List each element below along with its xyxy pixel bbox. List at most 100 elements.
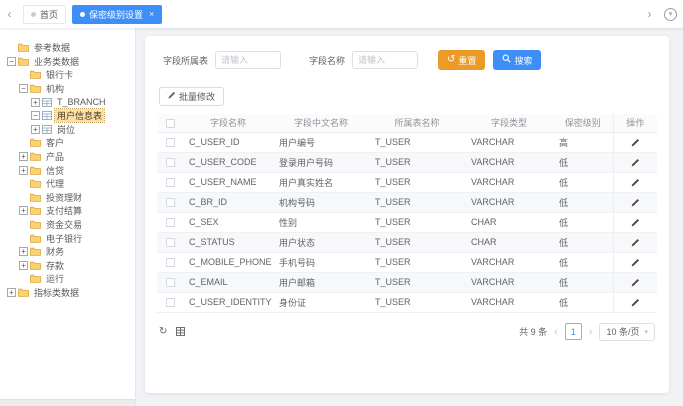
tree-node[interactable]: 银行卡	[7, 68, 133, 82]
edit-row-button[interactable]	[629, 273, 642, 292]
field-table-input[interactable]	[215, 51, 281, 69]
edit-row-button[interactable]	[629, 173, 642, 192]
table-name-cell: T_USER	[369, 172, 465, 192]
tree-node-label: 银行卡	[44, 68, 75, 81]
tree-node-label: 指标类数据	[32, 286, 81, 299]
sidebar-scrollbar[interactable]	[0, 399, 135, 406]
row-checkbox[interactable]	[166, 258, 175, 267]
field-name-cell: C_SEX	[183, 212, 273, 232]
pencil-icon	[631, 235, 640, 250]
tabs-bar: ‹ 首页 保密级别设置 × › ▾	[0, 0, 683, 28]
edit-row-button[interactable]	[629, 133, 642, 152]
tree-node[interactable]: 运行	[7, 272, 133, 286]
filter-field-table: 字段所属表	[163, 51, 281, 69]
tree-node-label: 运行	[44, 272, 66, 285]
expand-plus-icon[interactable]: +	[19, 247, 28, 256]
expand-plus-icon[interactable]: +	[31, 125, 40, 134]
tab-secrecy-level-settings[interactable]: 保密级别设置 ×	[72, 5, 162, 24]
table-name-cell: T_USER	[369, 232, 465, 252]
row-checkbox[interactable]	[166, 278, 175, 287]
field-type-cell: CHAR	[465, 212, 553, 232]
edit-row-button[interactable]	[629, 233, 642, 252]
tab-actions-icon[interactable]: ▾	[664, 8, 677, 21]
expand-plus-icon[interactable]: +	[19, 152, 28, 161]
row-checkbox[interactable]	[166, 218, 175, 227]
page-number-button[interactable]: 1	[565, 323, 582, 340]
table-row: C_BR_ID机构号码T_USERVARCHAR低	[157, 192, 657, 212]
expand-plus-icon[interactable]: +	[19, 166, 28, 175]
table-icon	[42, 125, 52, 134]
column-header: 字段类型	[465, 114, 553, 132]
field-name-cell: C_MOBILE_PHONE	[183, 252, 273, 272]
operation-cell	[613, 192, 657, 212]
tree-node-label: 岗位	[55, 123, 77, 136]
tree-node[interactable]: + 指标类数据	[7, 286, 133, 300]
refresh-icon[interactable]: ↻	[159, 326, 167, 337]
expand-plus-icon[interactable]: +	[7, 288, 16, 297]
table-body: C_USER_ID用户编号T_USERVARCHAR高C_USER_CODE登录…	[157, 132, 657, 312]
operation-cell	[613, 152, 657, 172]
collapse-minus-icon[interactable]: −	[19, 84, 28, 93]
tree-node[interactable]: +T_BRANCH	[7, 95, 133, 109]
select-all-checkbox[interactable]	[166, 119, 175, 128]
column-header: 保密级别	[553, 114, 613, 132]
edit-row-button[interactable]	[629, 153, 642, 172]
tree-node[interactable]: −业务类数据	[7, 55, 133, 69]
expand-plus-icon[interactable]: +	[19, 206, 28, 215]
tree-node[interactable]: 代理	[7, 177, 133, 191]
tree-node-label: 客户	[44, 136, 66, 149]
prev-page-icon[interactable]: ‹	[554, 326, 558, 338]
secrecy-level-cell: 高	[553, 132, 613, 152]
tree-node[interactable]: 电子银行	[7, 231, 133, 245]
tree-node[interactable]: + 产品	[7, 150, 133, 164]
tabs-scroll-left-icon[interactable]: ‹	[2, 7, 17, 21]
tree-node[interactable]: +支付结算	[7, 204, 133, 218]
tree-node[interactable]: 投资理财	[7, 191, 133, 205]
tree-node[interactable]: −机构	[7, 82, 133, 96]
expand-plus-icon[interactable]: +	[31, 98, 40, 107]
collapse-minus-icon[interactable]: −	[7, 57, 16, 66]
edit-row-button[interactable]	[629, 253, 642, 272]
edit-row-button[interactable]	[629, 193, 642, 212]
table-name-cell: T_USER	[369, 252, 465, 272]
table-header-row: 字段名称字段中文名称所属表名称字段类型保密级别操作	[157, 114, 657, 132]
row-checkbox[interactable]	[166, 198, 175, 207]
search-button[interactable]: 搜索	[493, 50, 541, 70]
field-name-input[interactable]	[352, 51, 418, 69]
page-size-select[interactable]: 10 条/页 ▾	[599, 323, 655, 341]
tree-node[interactable]: 资金交易	[7, 218, 133, 232]
tree-node[interactable]: 客户	[7, 136, 133, 150]
tree-node[interactable]: +财务	[7, 245, 133, 259]
tree-node[interactable]: −用户信息表	[7, 109, 133, 123]
row-checkbox[interactable]	[166, 238, 175, 247]
fields-table: 字段名称字段中文名称所属表名称字段类型保密级别操作 C_USER_ID用户编号T…	[157, 114, 657, 313]
folder-icon	[30, 206, 41, 215]
tree-node-label: 产品	[44, 150, 66, 163]
field-type-cell: VARCHAR	[465, 272, 553, 292]
expand-plus-icon[interactable]: +	[19, 261, 28, 270]
close-icon[interactable]: ×	[149, 10, 154, 19]
search-icon	[502, 54, 511, 66]
collapse-minus-icon[interactable]: −	[31, 111, 40, 120]
tree-node-label: 信贷	[44, 164, 66, 177]
table-footer: ↻ 共 9 条 ‹ 1 › 10 条/页 ▾	[157, 323, 657, 341]
tree-node[interactable]: 参考数据	[7, 41, 133, 55]
column-settings-icon[interactable]	[176, 327, 185, 336]
operation-cell	[613, 132, 657, 152]
tree-node[interactable]: +存款	[7, 259, 133, 273]
row-checkbox[interactable]	[166, 178, 175, 187]
row-checkbox[interactable]	[166, 138, 175, 147]
row-checkbox[interactable]	[166, 298, 175, 307]
batch-edit-button[interactable]: 批量修改	[159, 87, 224, 106]
row-checkbox[interactable]	[166, 158, 175, 167]
reset-button[interactable]: ↺ 重置	[438, 50, 485, 70]
tree-node[interactable]: + 岗位	[7, 123, 133, 137]
folder-icon	[30, 274, 41, 283]
next-page-icon[interactable]: ›	[589, 326, 593, 338]
edit-row-button[interactable]	[629, 293, 642, 312]
edit-row-button[interactable]	[629, 213, 642, 232]
tree-node[interactable]: + 信贷	[7, 163, 133, 177]
pencil-icon	[631, 275, 640, 290]
tab-home[interactable]: 首页	[23, 5, 66, 24]
tabs-scroll-right-icon[interactable]: ›	[642, 7, 657, 21]
